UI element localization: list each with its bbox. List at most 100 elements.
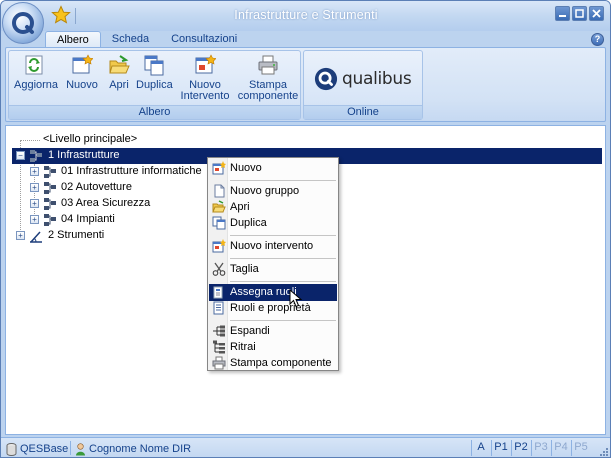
infrastructure-icon bbox=[44, 166, 56, 178]
menu-item-stampa-componente[interactable]: Stampa componente bbox=[209, 355, 337, 372]
stampa-componente-button[interactable]: Stampa componente bbox=[236, 54, 300, 102]
menu-item-ritrai[interactable]: Ritrai bbox=[209, 339, 337, 356]
status-key-a[interactable]: A bbox=[471, 440, 490, 456]
context-menu: Nuovo Nuovo gruppo Apri Duplica Nuovo in… bbox=[207, 157, 339, 371]
logo-text: qualibus bbox=[342, 69, 412, 89]
status-key-p1[interactable]: P1 bbox=[491, 440, 510, 456]
aggiorna-label: Aggiorna bbox=[14, 79, 59, 91]
status-bar: QESBase Cognome Nome DIR A P1 P2 P3 P4 P… bbox=[1, 437, 610, 457]
window-controls bbox=[555, 6, 604, 21]
maximize-button[interactable] bbox=[572, 6, 587, 21]
expand-toggle[interactable]: + bbox=[30, 199, 39, 208]
duplicate-icon bbox=[212, 216, 226, 230]
menu-item-espandi[interactable]: Espandi bbox=[209, 323, 337, 340]
favorite-star-icon[interactable] bbox=[51, 5, 71, 25]
menu-item-label: Nuovo gruppo bbox=[230, 185, 300, 197]
status-database[interactable]: QESBase bbox=[6, 441, 68, 457]
menu-item-nuovo[interactable]: Nuovo bbox=[209, 160, 337, 177]
apri-button[interactable]: Apri bbox=[105, 54, 133, 91]
folder-open-icon bbox=[212, 200, 226, 213]
nuovo-intervento-button[interactable]: Nuovo Intervento bbox=[179, 54, 231, 102]
new-icon bbox=[212, 161, 226, 175]
menu-item-label: Taglia bbox=[230, 263, 259, 275]
tree-root[interactable]: <Livello principale> bbox=[43, 133, 137, 145]
menu-separator bbox=[230, 320, 336, 321]
tree-item-label: 01 Infrastrutture informatiche bbox=[61, 165, 202, 177]
help-button[interactable]: ? bbox=[591, 33, 604, 46]
infrastructure-icon bbox=[44, 198, 56, 210]
mouse-cursor-icon bbox=[289, 289, 303, 308]
document-icon bbox=[214, 184, 225, 198]
printer-icon bbox=[258, 55, 278, 75]
collapse-icon bbox=[213, 340, 225, 354]
qualibus-logo[interactable]: qualibus bbox=[314, 61, 419, 97]
expand-toggle[interactable]: + bbox=[30, 167, 39, 176]
menu-item-taglia[interactable]: Taglia bbox=[209, 261, 337, 278]
menu-item-nuovo-gruppo[interactable]: Nuovo gruppo bbox=[209, 183, 337, 200]
qualibus-logo-icon bbox=[314, 67, 338, 91]
roles-properties-icon bbox=[213, 301, 224, 315]
status-user-label: Cognome Nome DIR bbox=[89, 442, 192, 455]
tree-item-label: 03 Area Sicurezza bbox=[61, 197, 151, 209]
menu-item-ruoli-proprieta[interactable]: Ruoli e proprietà bbox=[209, 300, 337, 317]
expand-icon bbox=[213, 325, 225, 337]
expand-toggle[interactable]: + bbox=[30, 183, 39, 192]
menu-item-duplica[interactable]: Duplica bbox=[209, 215, 337, 232]
new-intervention-icon bbox=[195, 54, 216, 74]
stampa-label-2: componente bbox=[237, 90, 299, 102]
group-label-online: Online bbox=[304, 105, 422, 119]
nuovo-intervento-label-2: Intervento bbox=[180, 90, 230, 102]
menu-item-label: Duplica bbox=[230, 217, 267, 229]
status-separator bbox=[70, 441, 71, 455]
expand-toggle[interactable]: + bbox=[30, 215, 39, 224]
menu-item-label: Ritrai bbox=[230, 341, 256, 353]
menu-item-label: Nuovo bbox=[230, 162, 262, 174]
close-button[interactable] bbox=[589, 6, 604, 21]
infrastructure-icon bbox=[44, 182, 56, 194]
nuovo-label: Nuovo bbox=[66, 79, 98, 91]
menu-item-label: Stampa componente bbox=[230, 357, 332, 369]
instrument-icon bbox=[30, 231, 42, 243]
status-user[interactable]: Cognome Nome DIR bbox=[75, 441, 191, 457]
duplica-button[interactable]: Duplica bbox=[136, 54, 173, 91]
duplica-label: Duplica bbox=[136, 79, 173, 91]
ribbon-group-albero: Aggiorna Nuovo Apri Duplica Nuovo Interv… bbox=[8, 50, 301, 120]
app-menu-button[interactable] bbox=[2, 2, 44, 44]
menu-item-assegna-ruoli[interactable]: Assegna ruoli bbox=[209, 284, 337, 301]
resize-grip-icon[interactable] bbox=[599, 447, 609, 457]
collapse-toggle[interactable]: − bbox=[16, 151, 25, 160]
app-window: Infrastrutture e Strumenti Albero Scheda… bbox=[0, 0, 611, 458]
tab-consultazioni[interactable]: Consultazioni bbox=[160, 31, 248, 48]
folder-open-icon bbox=[109, 55, 130, 74]
status-key-p4: P4 bbox=[551, 440, 570, 456]
scissors-icon bbox=[212, 262, 226, 276]
status-key-p3: P3 bbox=[531, 440, 550, 456]
nuovo-button[interactable]: Nuovo bbox=[65, 54, 99, 91]
menu-separator bbox=[230, 258, 336, 259]
printer-icon bbox=[212, 356, 226, 370]
status-key-p2[interactable]: P2 bbox=[511, 440, 530, 456]
infrastructure-icon bbox=[44, 214, 56, 226]
tree-item-label: 1 Infrastrutture bbox=[48, 149, 120, 161]
new-icon bbox=[72, 54, 93, 74]
menu-item-label: Apri bbox=[230, 201, 250, 213]
tree-connector bbox=[20, 140, 40, 141]
window-title: Infrastrutture e Strumenti bbox=[234, 8, 378, 22]
menu-separator bbox=[230, 235, 336, 236]
menu-separator bbox=[230, 180, 336, 181]
refresh-icon bbox=[25, 55, 43, 75]
aggiorna-button[interactable]: Aggiorna bbox=[14, 54, 59, 91]
apri-label: Apri bbox=[109, 79, 129, 91]
tab-scheda[interactable]: Scheda bbox=[101, 31, 160, 48]
menu-item-label: Espandi bbox=[230, 325, 270, 337]
ribbon-tabs: Albero Scheda Consultazioni bbox=[45, 31, 248, 48]
menu-item-nuovo-intervento[interactable]: Nuovo intervento bbox=[209, 238, 337, 255]
infrastructure-icon bbox=[30, 150, 42, 162]
menu-separator bbox=[230, 281, 336, 282]
expand-toggle[interactable]: + bbox=[16, 231, 25, 240]
menu-item-label: Assegna ruoli bbox=[230, 286, 297, 298]
minimize-button[interactable] bbox=[555, 6, 570, 21]
tab-albero[interactable]: Albero bbox=[45, 31, 101, 48]
menu-item-label: Nuovo intervento bbox=[230, 240, 314, 252]
menu-item-apri[interactable]: Apri bbox=[209, 199, 337, 216]
